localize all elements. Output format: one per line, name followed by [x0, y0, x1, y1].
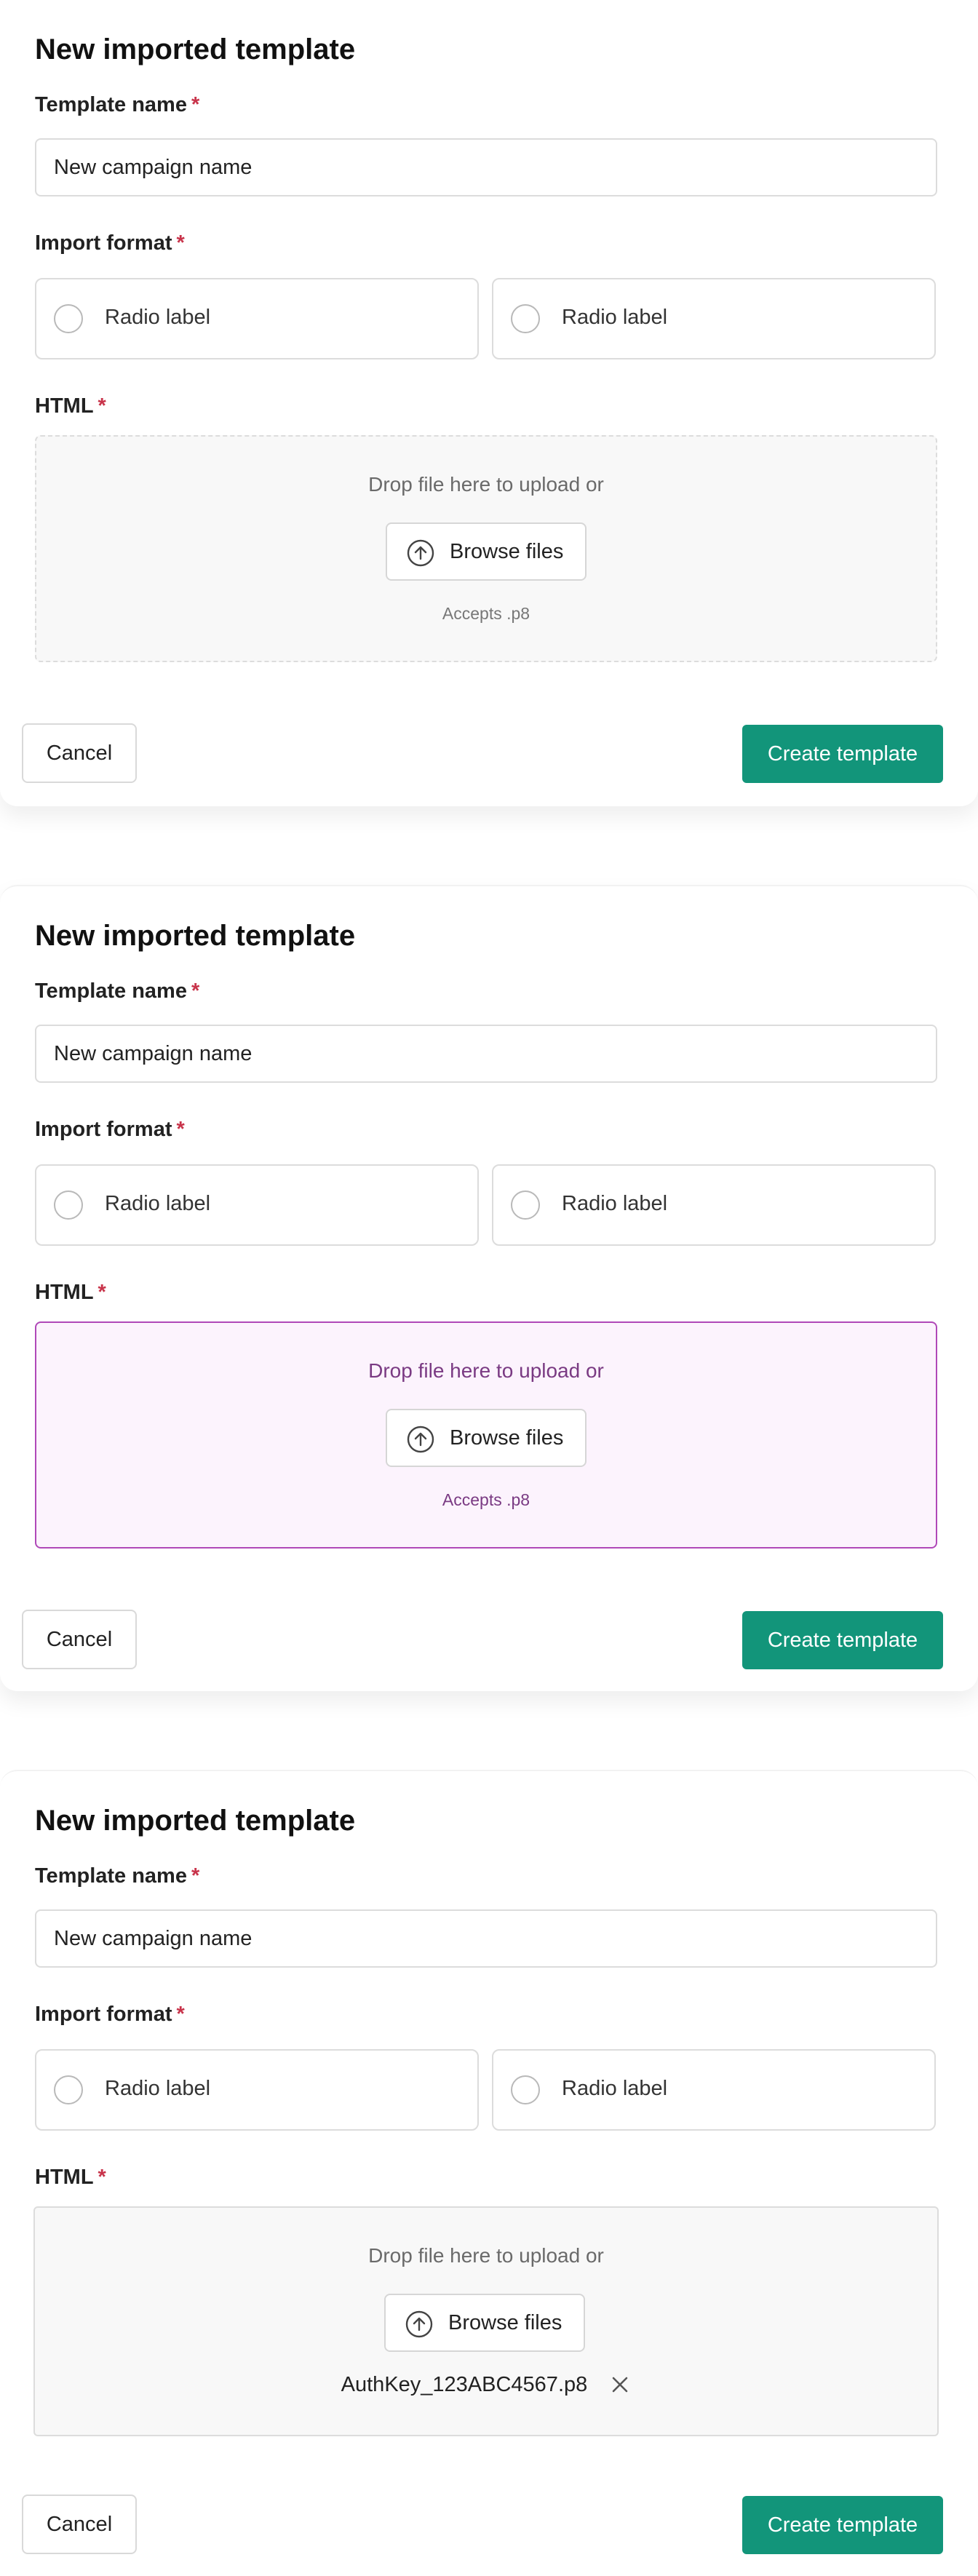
import-format-label: Import format * — [35, 2003, 185, 2026]
template-name-label: Template name * — [35, 93, 200, 116]
required-mark: * — [98, 2166, 106, 2189]
radio-button[interactable] — [511, 304, 540, 333]
create-template-button[interactable]: Create template — [742, 1611, 943, 1669]
radio-label: Radio label — [105, 2077, 211, 2100]
import-format-label: Import format * — [35, 231, 185, 255]
template-name-input[interactable]: New campaign name — [35, 138, 937, 196]
card-title: New imported template — [35, 1805, 356, 1837]
html-label: HTML * — [35, 1281, 106, 1304]
radio-button[interactable] — [511, 2075, 540, 2104]
import-template-card-default: New imported template Template name * New… — [0, 0, 978, 806]
dropzone-instruction: Drop file here to upload or — [368, 1359, 604, 1382]
radio-label: Radio label — [105, 306, 211, 329]
required-mark: * — [176, 1118, 185, 1141]
radio-label: Radio label — [562, 2077, 668, 2100]
upload-arrow-circle-icon — [407, 1426, 434, 1453]
cancel-button[interactable]: Cancel — [22, 723, 137, 783]
required-mark: * — [191, 93, 200, 116]
upload-arrow-circle-icon — [407, 539, 434, 567]
card-title: New imported template — [35, 33, 356, 65]
accepted-formats-text: Accepts .p8 — [442, 604, 530, 623]
accepted-formats-text: Accepts .p8 — [442, 1490, 530, 1509]
file-dropzone[interactable]: Drop file here to upload or Browse files… — [35, 435, 937, 662]
template-name-label: Template name * — [35, 1864, 200, 1888]
radio-option-1[interactable]: Radio label — [35, 2049, 479, 2131]
radio-option-1[interactable]: Radio label — [35, 1164, 479, 1246]
required-mark: * — [191, 1864, 200, 1888]
browse-files-label: Browse files — [450, 540, 564, 563]
required-mark: * — [176, 2003, 185, 2026]
upload-arrow-circle-icon — [405, 2310, 433, 2338]
radio-option-2[interactable]: Radio label — [492, 2049, 936, 2131]
close-icon[interactable] — [609, 2374, 631, 2396]
create-template-button[interactable]: Create template — [742, 2496, 943, 2554]
selected-file: AuthKey_123ABC4567.p8 — [35, 2372, 937, 2397]
required-mark: * — [98, 394, 106, 418]
radio-label: Radio label — [105, 1192, 211, 1215]
radio-option-2[interactable]: Radio label — [492, 1164, 936, 1246]
template-name-input[interactable]: New campaign name — [35, 1909, 937, 1968]
browse-files-label: Browse files — [448, 2311, 562, 2334]
radio-button[interactable] — [511, 1190, 540, 1220]
import-template-card-file-selected: New imported template Template name * New… — [0, 1770, 978, 2576]
browse-files-label: Browse files — [450, 1426, 564, 1450]
dropzone-instruction: Drop file here to upload or — [368, 473, 604, 496]
radio-option-1[interactable]: Radio label — [35, 278, 479, 359]
card-title: New imported template — [35, 920, 356, 952]
dropzone-instruction: Drop file here to upload or — [368, 2244, 604, 2267]
create-template-button[interactable]: Create template — [742, 725, 943, 783]
radio-option-2[interactable]: Radio label — [492, 278, 936, 359]
template-name-input[interactable]: New campaign name — [35, 1025, 937, 1083]
browse-files-button[interactable]: Browse files — [386, 1409, 587, 1467]
radio-button[interactable] — [54, 304, 83, 333]
required-mark: * — [191, 979, 200, 1003]
radio-button[interactable] — [54, 1190, 83, 1220]
required-mark: * — [98, 1281, 106, 1304]
browse-files-button[interactable]: Browse files — [384, 2294, 585, 2352]
file-dropzone[interactable]: Drop file here to upload or Browse files… — [33, 2206, 939, 2436]
html-label: HTML * — [35, 2166, 106, 2189]
template-name-label: Template name * — [35, 979, 200, 1003]
required-mark: * — [176, 231, 185, 255]
html-label: HTML * — [35, 394, 106, 418]
selected-file-name: AuthKey_123ABC4567.p8 — [341, 2372, 588, 2396]
file-dropzone[interactable]: Drop file here to upload or Browse files… — [35, 1321, 937, 1549]
import-format-label: Import format * — [35, 1118, 185, 1141]
import-template-card-drag-over: New imported template Template name * New… — [0, 885, 978, 1691]
cancel-button[interactable]: Cancel — [22, 2494, 137, 2554]
browse-files-button[interactable]: Browse files — [386, 522, 587, 581]
radio-label: Radio label — [562, 306, 668, 329]
radio-label: Radio label — [562, 1192, 668, 1215]
radio-button[interactable] — [54, 2075, 83, 2104]
cancel-button[interactable]: Cancel — [22, 1610, 137, 1669]
